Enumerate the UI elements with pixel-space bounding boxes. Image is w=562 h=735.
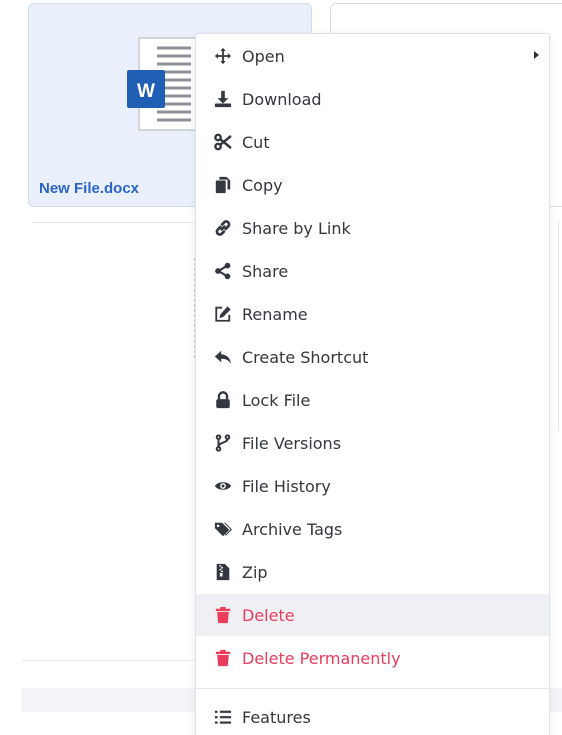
menu-item-download[interactable]: Download <box>196 78 549 120</box>
menu-item-label: Lock File <box>242 390 311 410</box>
menu-item-create-shortcut[interactable]: Create Shortcut <box>196 336 549 378</box>
menu-item-label: Rename <box>242 304 308 324</box>
menu-item-delete[interactable]: Delete <box>196 594 549 636</box>
menu-item-share[interactable]: Share <box>196 250 549 292</box>
divider <box>32 222 194 223</box>
scissors-icon <box>212 132 234 152</box>
tags-icon <box>212 519 234 539</box>
trash-icon <box>212 648 234 668</box>
zip-file-icon <box>212 562 234 582</box>
menu-item-file-history[interactable]: File History <box>196 465 549 507</box>
menu-item-cut[interactable]: Cut <box>196 121 549 163</box>
menu-item-label: Share <box>242 261 289 281</box>
menu-item-features[interactable]: Features <box>196 696 549 735</box>
lock-icon <box>212 390 234 410</box>
move-arrows-icon <box>212 46 234 66</box>
share-icon <box>212 261 234 281</box>
list-icon <box>212 707 234 727</box>
svg-text:W: W <box>137 81 155 102</box>
menu-item-archive-tags[interactable]: Archive Tags <box>196 508 549 550</box>
menu-item-label: Archive Tags <box>242 519 343 539</box>
trash-icon <box>212 605 234 625</box>
reply-arrow-icon <box>212 347 234 367</box>
menu-item-lock-file[interactable]: Lock File <box>196 379 549 421</box>
menu-item-label: Features <box>242 707 311 727</box>
menu-separator <box>196 688 549 689</box>
menu-item-label: Download <box>242 89 322 109</box>
menu-item-copy[interactable]: Copy <box>196 164 549 206</box>
menu-item-label: Delete Permanently <box>242 648 401 668</box>
context-menu: Open Download Cut Copy Share by Link Sha… <box>195 33 550 735</box>
edit-icon <box>212 304 234 324</box>
menu-item-label: Cut <box>242 132 270 152</box>
divider <box>558 222 559 430</box>
menu-item-label: Create Shortcut <box>242 347 369 367</box>
menu-item-label: File Versions <box>242 433 342 453</box>
divider <box>22 660 196 661</box>
link-icon <box>212 218 234 238</box>
file-name[interactable]: New File.docx <box>39 180 139 197</box>
menu-item-file-versions[interactable]: File Versions <box>196 422 549 464</box>
menu-item-label: Open <box>242 46 285 66</box>
menu-item-open[interactable]: Open <box>196 35 549 77</box>
menu-item-rename[interactable]: Rename <box>196 293 549 335</box>
menu-item-label: Copy <box>242 175 283 195</box>
submenu-arrow-icon <box>534 51 539 59</box>
menu-item-delete-permanently[interactable]: Delete Permanently <box>196 637 549 679</box>
branch-icon <box>212 433 234 453</box>
copy-icon <box>212 175 234 195</box>
menu-item-share-by-link[interactable]: Share by Link <box>196 207 549 249</box>
download-icon <box>212 89 234 109</box>
menu-item-label: Zip <box>242 562 268 582</box>
eye-icon <box>212 476 234 496</box>
menu-item-label: File History <box>242 476 331 496</box>
menu-item-label: Share by Link <box>242 218 351 238</box>
menu-item-zip[interactable]: Zip <box>196 551 549 593</box>
menu-item-label: Delete <box>242 605 295 625</box>
